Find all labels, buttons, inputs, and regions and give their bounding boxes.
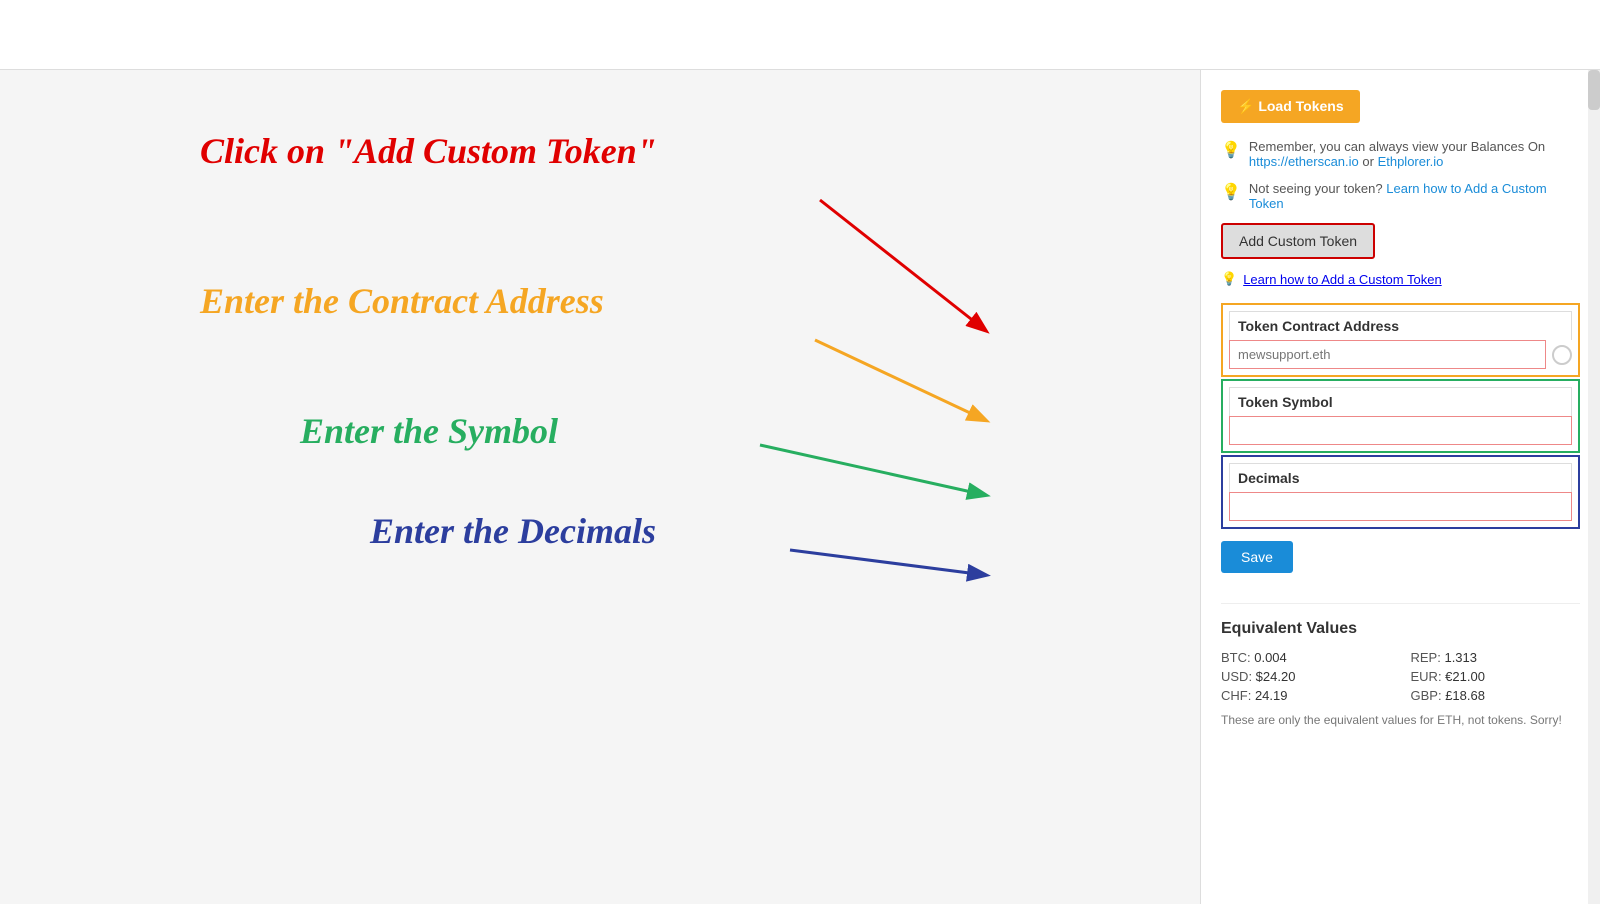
token-symbol-section: Token Symbol xyxy=(1221,379,1580,453)
right-panel: ⚡ Load Tokens 💡 Remember, you can always… xyxy=(1200,70,1600,904)
bulb-icon-2: 💡 xyxy=(1221,182,1241,202)
info-row-2: 💡 Not seeing your token? Learn how to Ad… xyxy=(1221,181,1580,211)
arrows-svg xyxy=(0,70,1200,904)
top-bar xyxy=(0,0,1600,70)
info-text-2: Not seeing your token? Learn how to Add … xyxy=(1249,181,1580,211)
scrollbar-thumb[interactable] xyxy=(1588,70,1600,110)
contract-address-section: Token Contract Address xyxy=(1221,303,1580,377)
learn-custom-token-link[interactable]: Learn how to Add a Custom Token xyxy=(1243,272,1442,287)
equiv-gbp: GBP: £18.68 xyxy=(1411,688,1581,703)
annotation-orange: Enter the Contract Address xyxy=(200,280,604,322)
token-symbol-input[interactable] xyxy=(1229,416,1572,445)
contract-address-input[interactable] xyxy=(1229,340,1546,369)
left-panel: Click on "Add Custom Token" Enter the Co… xyxy=(0,70,1200,904)
annotation-green: Enter the Symbol xyxy=(300,410,558,452)
decimals-label: Decimals xyxy=(1229,463,1572,492)
ethplorer-link[interactable]: Ethplorer.io xyxy=(1378,154,1444,169)
decimals-section: Decimals xyxy=(1221,455,1580,529)
info-text-1: Remember, you can always view your Balan… xyxy=(1249,139,1580,169)
divider xyxy=(1221,603,1580,604)
contract-address-inner xyxy=(1229,340,1572,369)
equiv-title: Equivalent Values xyxy=(1221,620,1580,638)
add-custom-token-button[interactable]: Add Custom Token xyxy=(1221,223,1375,259)
annotation-red: Click on "Add Custom Token" xyxy=(200,130,657,172)
decimals-input[interactable] xyxy=(1229,492,1572,521)
contract-address-label: Token Contract Address xyxy=(1229,311,1572,340)
annotation-blue: Enter the Decimals xyxy=(370,510,656,552)
bulb-icon-1: 💡 xyxy=(1221,140,1241,160)
equiv-note: These are only the equivalent values for… xyxy=(1221,713,1580,727)
main-content: Click on "Add Custom Token" Enter the Co… xyxy=(0,70,1600,904)
equiv-chf: CHF: 24.19 xyxy=(1221,688,1391,703)
token-symbol-label: Token Symbol xyxy=(1229,387,1572,416)
scrollbar-track[interactable] xyxy=(1588,70,1600,904)
learn-link-row[interactable]: 💡 Learn how to Add a Custom Token xyxy=(1221,271,1580,287)
info-row-1: 💡 Remember, you can always view your Bal… xyxy=(1221,139,1580,169)
equiv-eur: EUR: €21.00 xyxy=(1411,669,1581,684)
equiv-btc: BTC: 0.004 xyxy=(1221,650,1391,665)
etherscan-link[interactable]: https://etherscan.io xyxy=(1249,154,1359,169)
bulb-icon-3: 💡 xyxy=(1221,271,1237,287)
save-button[interactable]: Save xyxy=(1221,541,1293,573)
loading-spinner xyxy=(1552,345,1572,365)
equivalent-values-section: Equivalent Values BTC: 0.004 REP: 1.313 … xyxy=(1221,620,1580,727)
equiv-grid: BTC: 0.004 REP: 1.313 USD: $24.20 EUR: €… xyxy=(1221,650,1580,703)
load-tokens-button[interactable]: ⚡ Load Tokens xyxy=(1221,90,1360,123)
equiv-rep: REP: 1.313 xyxy=(1411,650,1581,665)
equiv-usd: USD: $24.20 xyxy=(1221,669,1391,684)
